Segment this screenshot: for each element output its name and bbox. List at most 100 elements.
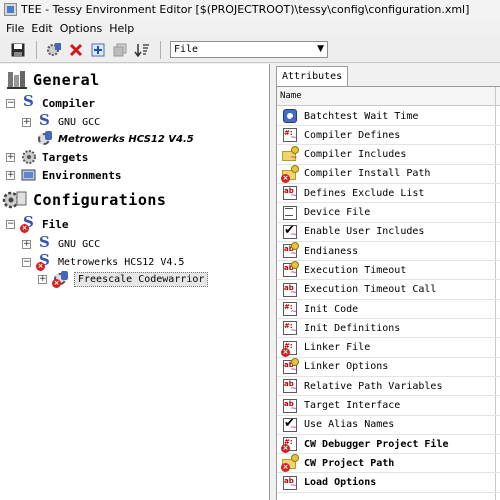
attribute-label: Use Alias Names bbox=[304, 419, 395, 431]
attribute-label: CW Debugger Project File bbox=[304, 438, 449, 450]
attribute-row[interactable]: ab ~ Execution Timeout bbox=[277, 261, 500, 281]
column-header-name[interactable]: Name bbox=[277, 87, 500, 106]
attribute-row[interactable]: #: ~ Init Definitions bbox=[277, 319, 500, 339]
tree-node-compiler-gnu-gcc[interactable]: + S GNU GCC bbox=[22, 111, 101, 130]
app-icon bbox=[4, 3, 17, 16]
expand-icon[interactable]: + bbox=[6, 170, 15, 180]
checkbox-icon: ✔ ~ bbox=[283, 415, 298, 433]
attribute-label: Defines Exclude List bbox=[304, 187, 425, 199]
configurations-icon bbox=[2, 189, 28, 211]
target-error-icon: × bbox=[52, 271, 69, 288]
chevron-down-icon: ▼ bbox=[317, 44, 324, 54]
folder-icon: ~ bbox=[282, 145, 299, 163]
folder-error-icon: × bbox=[281, 164, 299, 183]
environment-tree: General − S Compiler + S GNU GCC Metrowe… bbox=[0, 64, 270, 500]
tree-node-compiler[interactable]: − S Compiler bbox=[6, 92, 95, 111]
attribute-row[interactable]: ab ~ Defines Exclude List bbox=[277, 184, 500, 204]
attribute-row[interactable]: #: × Linker File bbox=[277, 339, 500, 358]
collapse-icon[interactable]: − bbox=[6, 98, 15, 108]
toolbar-separator bbox=[36, 40, 37, 59]
attribute-row[interactable]: ab ~ Target Interface bbox=[277, 397, 500, 416]
tree-node-freescale-codewarrior[interactable]: + × Freescale Codewarrior bbox=[38, 271, 209, 288]
copy-icon[interactable] bbox=[112, 42, 128, 58]
menu-file[interactable]: File bbox=[3, 22, 27, 35]
string-icon: ab ~ bbox=[283, 475, 298, 491]
attribute-row[interactable]: ab ~ Load Options bbox=[277, 474, 500, 493]
string-bulb-icon: ab ~ bbox=[282, 242, 299, 259]
attribute-row[interactable]: ✔ ~ Enable User Includes bbox=[277, 223, 500, 242]
menu-edit[interactable]: Edit bbox=[28, 22, 55, 35]
attribute-row[interactable]: ~ Compiler Includes bbox=[277, 145, 500, 165]
menu-help[interactable]: Help bbox=[106, 22, 137, 35]
tree-node-file-gnu-gcc[interactable]: + S GNU GCC bbox=[22, 233, 100, 252]
attribute-label: Endianess bbox=[304, 245, 359, 257]
attribute-row[interactable]: #: × CW Debugger Project File bbox=[277, 435, 500, 455]
attribute-label: Compiler Includes bbox=[304, 149, 407, 161]
save-icon[interactable] bbox=[10, 42, 26, 58]
menu-bar: File Edit Options Help bbox=[0, 19, 500, 37]
file-icon bbox=[282, 205, 298, 221]
attribute-label: Init Definitions bbox=[304, 322, 401, 334]
attribute-label: Compiler Install Path bbox=[304, 168, 431, 180]
menu-options[interactable]: Options bbox=[57, 22, 105, 35]
attribute-row[interactable]: ab ~ Endianess bbox=[277, 242, 500, 262]
checkbox-icon: ✔ ~ bbox=[283, 222, 298, 240]
attribute-label: Batchtest Wait Time bbox=[304, 110, 419, 122]
attribute-label: Linker Options bbox=[304, 361, 389, 373]
attribute-row[interactable]: ab ~ Linker Options bbox=[277, 357, 500, 377]
attribute-label: Enable User Includes bbox=[304, 226, 425, 238]
tab-attributes[interactable]: Attributes bbox=[276, 66, 349, 86]
expand-icon[interactable]: + bbox=[6, 152, 15, 162]
expand-icon[interactable]: + bbox=[22, 239, 31, 249]
attribute-row[interactable]: ~ Batchtest Wait Time bbox=[277, 107, 500, 126]
attribute-label: Compiler Defines bbox=[304, 129, 401, 141]
folder-error-icon: × bbox=[281, 454, 299, 473]
tree-label-file: File bbox=[42, 217, 69, 231]
tree-label-freescale-codewarrior: Freescale Codewarrior bbox=[74, 271, 209, 287]
expand-icon[interactable]: + bbox=[38, 274, 47, 284]
tree-node-general[interactable]: General bbox=[6, 70, 100, 90]
attribute-row[interactable]: ab ~ Relative Path Variables bbox=[277, 377, 500, 397]
tree-node-environments[interactable]: + Environments bbox=[6, 167, 121, 183]
tree-node-targets[interactable]: + Targets bbox=[6, 149, 88, 165]
expand-icon[interactable]: + bbox=[22, 117, 31, 127]
filter-select[interactable]: File ▼ bbox=[170, 41, 328, 58]
attribute-row[interactable]: × CW Project Path bbox=[277, 454, 500, 474]
properties-icon[interactable] bbox=[46, 42, 62, 58]
tree-node-file[interactable]: − S × File bbox=[6, 213, 69, 233]
defines-icon: #: ~ bbox=[283, 128, 298, 144]
tree-node-compiler-metrowerks[interactable]: Metrowerks HCS12 V4.5 bbox=[37, 131, 194, 147]
attribute-label: Init Code bbox=[304, 303, 359, 315]
add-icon[interactable] bbox=[90, 42, 106, 58]
string-bulb-icon: ab ~ bbox=[282, 261, 299, 278]
tree-label-compiler: Compiler bbox=[42, 96, 95, 110]
attribute-label: Device File bbox=[304, 207, 371, 218]
environments-icon bbox=[21, 167, 37, 183]
attribute-row[interactable]: ✔ ~ Use Alias Names bbox=[277, 416, 500, 435]
file-config-icon: S × bbox=[20, 213, 34, 233]
collapse-icon[interactable]: − bbox=[6, 219, 15, 229]
window-title: TEE - Tessy Environment Editor [$(PROJEC… bbox=[21, 3, 470, 16]
general-icon bbox=[6, 70, 28, 90]
attribute-row[interactable]: Device File bbox=[277, 204, 500, 223]
attribute-label: Linker File bbox=[304, 342, 371, 354]
tree-label-gnu-gcc: GNU GCC bbox=[58, 116, 101, 128]
defines-icon: #: ~ bbox=[283, 302, 298, 317]
attribute-label: Execution Timeout Call bbox=[304, 284, 437, 296]
collapse-icon[interactable]: − bbox=[22, 257, 31, 267]
file-error-icon: #: × bbox=[281, 436, 298, 454]
string-icon: ab ~ bbox=[283, 186, 298, 202]
clock-icon: ~ bbox=[282, 108, 298, 124]
column-header-name-label: Name bbox=[280, 91, 302, 101]
toolbar: File ▼ bbox=[0, 37, 500, 63]
attribute-row[interactable]: × Compiler Install Path bbox=[277, 164, 500, 184]
attribute-row[interactable]: #: ~ Init Code bbox=[277, 300, 500, 319]
attribute-row[interactable]: ab ~ Execution Timeout Call bbox=[277, 281, 500, 300]
file-error-icon: #: × bbox=[281, 340, 298, 357]
title-bar: TEE - Tessy Environment Editor [$(PROJEC… bbox=[0, 0, 500, 19]
tree-node-file-metrowerks[interactable]: − S × Metrowerks HCS12 V4.5 bbox=[22, 251, 184, 271]
sort-icon[interactable] bbox=[134, 42, 150, 58]
attribute-row[interactable]: #: ~ Compiler Defines bbox=[277, 126, 500, 146]
delete-icon[interactable] bbox=[68, 42, 84, 58]
tree-node-configurations[interactable]: Configurations bbox=[2, 189, 166, 211]
